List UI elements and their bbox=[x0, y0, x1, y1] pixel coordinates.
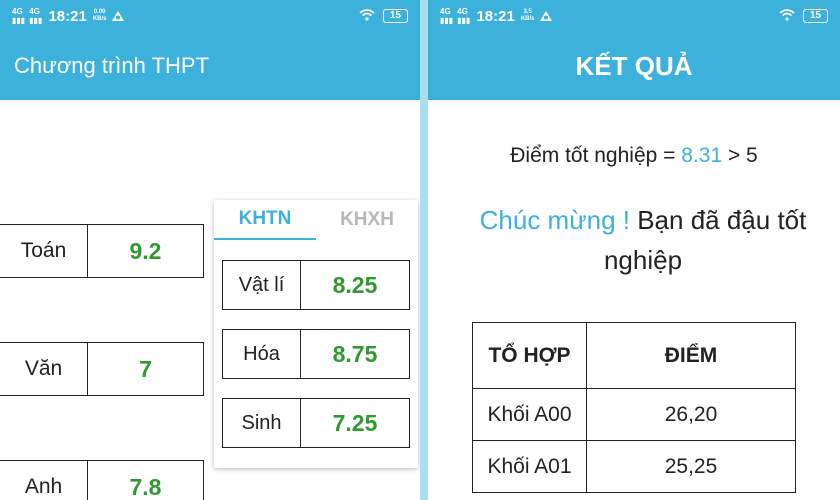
subject-score-input[interactable]: 7 bbox=[88, 343, 203, 395]
subject-row-math: Toán 9.2 bbox=[0, 224, 204, 278]
status-bar: 4G ▮▮▮ 4G ▮▮▮ 18:21 3.5 KB/s 15 bbox=[428, 0, 840, 32]
tab-khtn[interactable]: KHTN bbox=[214, 200, 316, 240]
notification-icon bbox=[540, 8, 553, 24]
subject-score-input[interactable]: 8.25 bbox=[301, 261, 409, 309]
signal-icon: 4G ▮▮▮ bbox=[440, 7, 454, 25]
graduation-threshold: > 5 bbox=[722, 144, 758, 167]
congrats-text: Chúc mừng ! bbox=[479, 205, 630, 235]
subject-name: Anh bbox=[0, 461, 88, 500]
subject-score-input[interactable]: 9.2 bbox=[88, 225, 203, 277]
combination-tabs: KHTN KHXH bbox=[214, 200, 418, 240]
status-time: 18:21 bbox=[48, 7, 87, 25]
graduation-score-line: Điểm tốt nghiệp = 8.31 > 5 bbox=[428, 144, 840, 168]
screen-divider bbox=[420, 0, 428, 500]
battery-icon: 15 bbox=[382, 9, 408, 23]
subject-score-input[interactable]: 7.8 bbox=[88, 461, 203, 500]
table-row: Khối A01 25,25 bbox=[472, 440, 796, 493]
subject-row-chemistry: Hóa 8.75 bbox=[222, 329, 410, 379]
combination-card: KHTN KHXH Vật lí 8.25 Hóa 8.75 Sinh 7.25 bbox=[214, 200, 418, 468]
column-header-score: ĐIỂM bbox=[586, 322, 796, 389]
combination-cell: Khối A00 bbox=[472, 388, 587, 441]
status-bar: 4G ▮▮▮ 4G ▮▮▮ 18:21 0.00 KB/s 15 bbox=[0, 0, 420, 32]
result-message: Chúc mừng ! Bạn đã đậu tốt nghiệp bbox=[448, 200, 838, 280]
combination-score-table: TỔ HỢP ĐIỂM Khối A00 26,20 Khối A01 25,2… bbox=[472, 322, 796, 493]
left-screen: 4G ▮▮▮ 4G ▮▮▮ 18:21 0.00 KB/s 15 Chương trì… bbox=[0, 0, 420, 500]
subject-row-english: Anh 7.8 bbox=[0, 460, 204, 500]
signal-icon: 4G ▮▮▮ bbox=[12, 7, 26, 25]
result-title: KẾT QUẢ bbox=[575, 50, 693, 81]
score-cell: 25,25 bbox=[586, 440, 796, 493]
wifi-icon bbox=[359, 8, 375, 24]
signal-icon: 4G ▮▮▮ bbox=[457, 7, 471, 25]
subject-name: Toán bbox=[0, 225, 88, 277]
combination-cell: Khối A01 bbox=[472, 440, 587, 493]
table-row: Khối A00 26,20 bbox=[472, 388, 796, 441]
graduation-score: 8.31 bbox=[681, 144, 723, 167]
subject-name: Hóa bbox=[223, 330, 301, 378]
right-screen: 4G ▮▮▮ 4G ▮▮▮ 18:21 3.5 KB/s 15 KẾT QUẢ Điể… bbox=[428, 0, 840, 500]
pass-text: Bạn đã đậu tốt nghiệp bbox=[603, 205, 807, 275]
graduation-label: Điểm tốt nghiệp = bbox=[510, 144, 682, 167]
table-header-row: TỔ HỢP ĐIỂM bbox=[472, 322, 796, 389]
app-bar: KẾT QUẢ bbox=[428, 32, 840, 100]
subject-name: Sinh bbox=[223, 399, 301, 447]
app-title: Chương trình THPT bbox=[14, 53, 210, 78]
column-header-combination: TỔ HỢP bbox=[472, 322, 587, 389]
subject-row-biology: Sinh 7.25 bbox=[222, 398, 410, 448]
subject-score-input[interactable]: 8.75 bbox=[301, 330, 409, 378]
battery-icon: 15 bbox=[802, 9, 828, 23]
subject-row-literature: Văn 7 bbox=[0, 342, 204, 396]
wifi-icon bbox=[779, 8, 795, 24]
notification-icon bbox=[112, 8, 125, 24]
tab-khxh[interactable]: KHXH bbox=[316, 200, 418, 240]
score-cell: 26,20 bbox=[586, 388, 796, 441]
status-time: 18:21 bbox=[476, 7, 515, 25]
network-speed: 0.00 KB/s bbox=[92, 9, 107, 22]
subject-name: Vật lí bbox=[223, 261, 301, 309]
subject-score-input[interactable]: 7.25 bbox=[301, 399, 409, 447]
subject-name: Văn bbox=[0, 343, 88, 395]
app-bar: Chương trình THPT bbox=[0, 32, 420, 100]
subject-row-physics: Vật lí 8.25 bbox=[222, 260, 410, 310]
network-speed: 3.5 KB/s bbox=[520, 9, 535, 22]
signal-icon: 4G ▮▮▮ bbox=[29, 7, 43, 25]
